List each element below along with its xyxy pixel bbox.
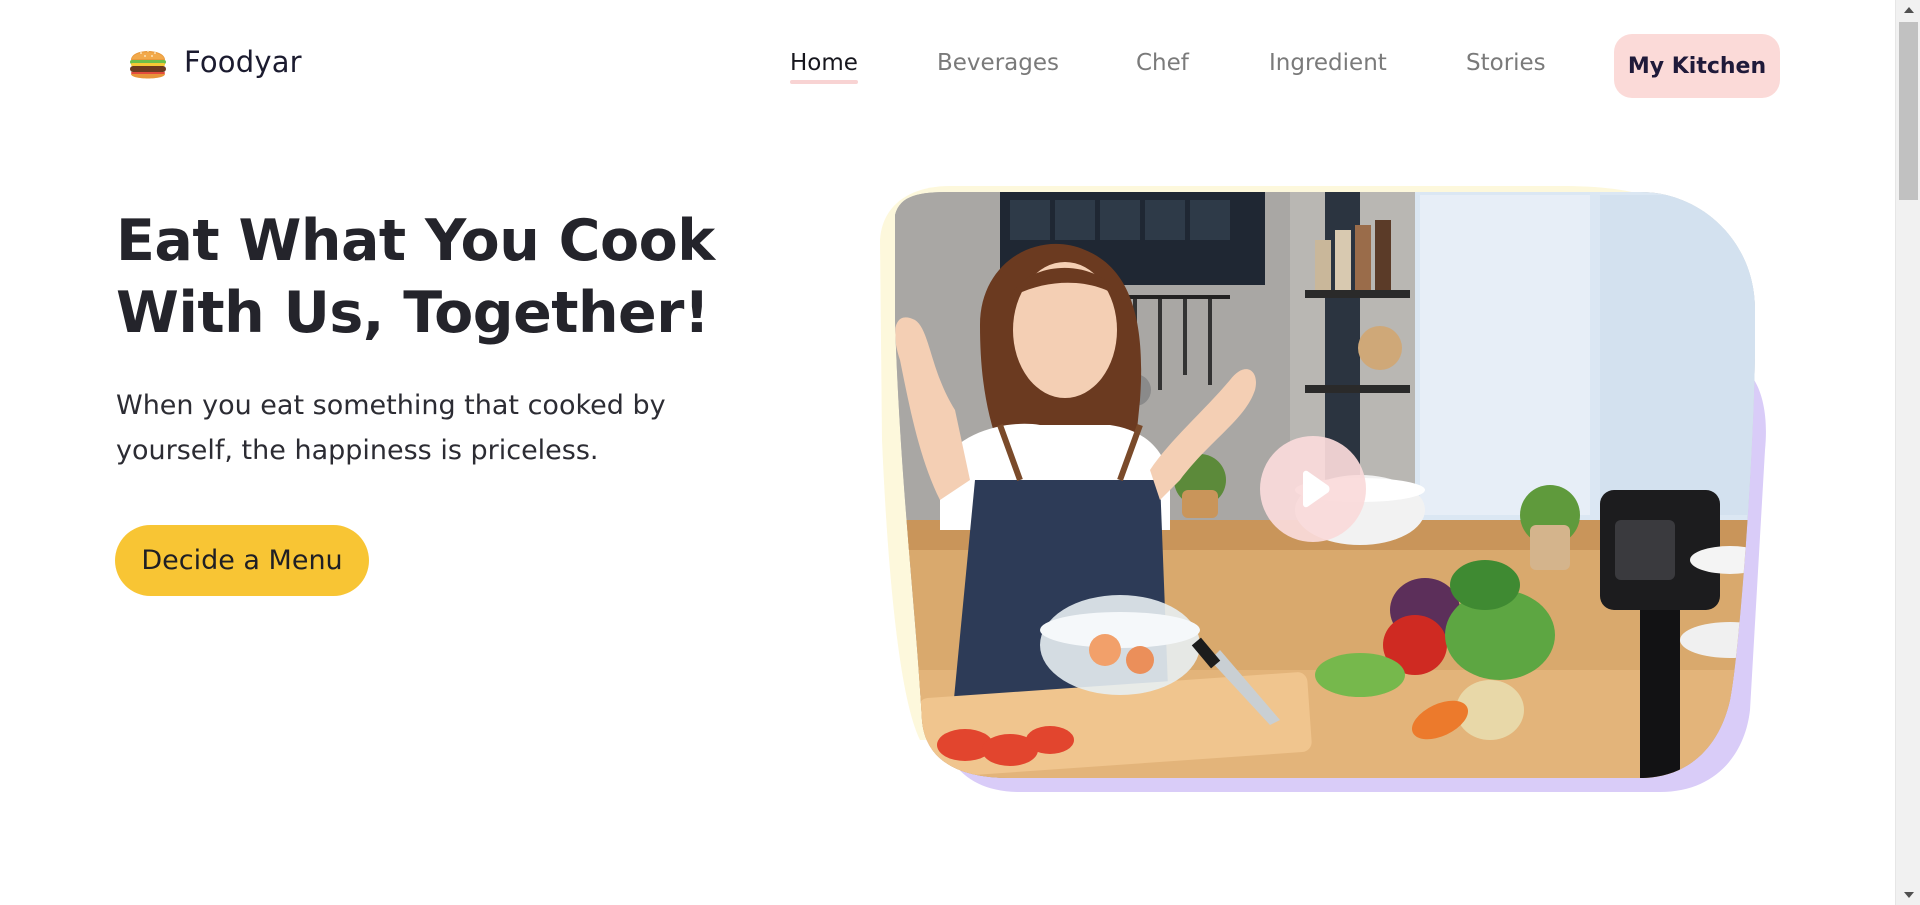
play-icon	[1303, 470, 1330, 508]
hero-subtitle-line-1: When you eat something that cooked by	[116, 390, 666, 421]
my-kitchen-button[interactable]: My Kitchen	[1614, 34, 1780, 98]
hero-subtitle: When you eat something that cooked by yo…	[116, 383, 716, 473]
chevron-down-icon	[1903, 892, 1914, 898]
nav-item-chef[interactable]: Chef	[1136, 50, 1189, 76]
nav-item-stories[interactable]: Stories	[1466, 50, 1546, 76]
scroll-down-arrow[interactable]	[1896, 885, 1920, 905]
hero-title-line-2: With Us, Together!	[116, 280, 710, 346]
play-video-button[interactable]	[1260, 436, 1366, 542]
hero-title: Eat What You Cook With Us, Together!	[116, 205, 736, 349]
brand-logo[interactable]: Foodyar	[127, 41, 302, 83]
burger-icon	[130, 50, 166, 79]
chevron-up-icon	[1903, 7, 1914, 13]
decide-menu-button[interactable]: Decide a Menu	[115, 525, 369, 596]
nav-item-ingredient[interactable]: Ingredient	[1269, 50, 1387, 76]
nav-item-home[interactable]: Home	[790, 50, 858, 84]
brand-name: Foodyar	[184, 45, 302, 79]
page: Foodyar Home Beverages Chef Ingredient S…	[0, 0, 1920, 905]
page-scrollbar[interactable]	[1895, 0, 1920, 905]
scroll-thumb[interactable]	[1899, 22, 1918, 200]
scroll-up-arrow[interactable]	[1896, 0, 1920, 20]
hero-title-line-1: Eat What You Cook	[116, 208, 715, 274]
hero-subtitle-line-2: yourself, the happiness is priceless.	[116, 435, 599, 466]
nav-item-beverages[interactable]: Beverages	[937, 50, 1059, 76]
